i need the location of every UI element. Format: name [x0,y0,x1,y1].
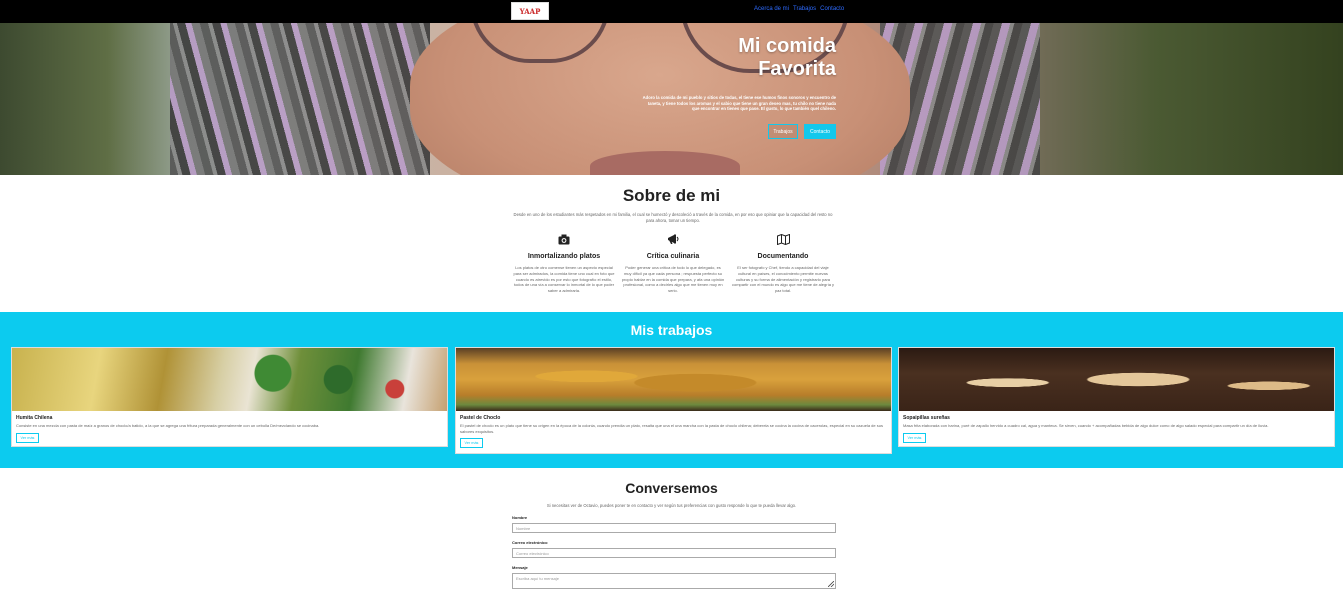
contact-title: Conversemos [625,480,718,496]
work-card-image [899,348,1334,411]
work-card-image [12,348,447,411]
about-description: Desde en uno de los estudiantes más resp… [513,212,833,223]
email-label: Correo electrónico [512,540,548,545]
works-title: Mis trabajos [630,322,713,338]
work-card-text: El pastel de choclo es un plato que tien… [460,423,883,434]
feature-text: El ser fotografo y Chef, tiendo a capaci… [731,265,835,294]
hero-photo-mouth [590,151,740,175]
hero-title-line-2: Favorita [758,58,836,80]
feature-text: Los platos de otro comense tienen un asp… [513,265,615,294]
work-card-title: Sopaipillas sureñas [903,415,950,421]
message-label: Mensaje [512,565,528,570]
feature-photography: Inmortalizando platos Los platos de otro… [512,232,616,294]
works-section: Mis trabajos Humita Chilena Consiste en … [0,312,1343,468]
nav-link-contact[interactable]: Contacto [820,6,844,12]
feature-title: Inmortalizando platos [527,253,601,260]
resize-handle-icon[interactable] [828,581,834,587]
megaphone-icon [621,232,725,246]
work-card-button[interactable]: Ver más [903,433,926,443]
feature-critique: Crítica culinaria Poder generar una crít… [621,232,725,294]
hero-photo-hair-left [170,23,430,175]
hero-title-line-1: Mi comida [738,35,836,57]
work-card-button[interactable]: Ver más [460,438,483,448]
work-card-button[interactable]: Ver más [16,433,39,443]
hero-title: Mi comida Favorita [690,35,836,81]
nav-links: Acerca de mi Trabajos Contacto [754,6,844,12]
work-card-humita: Humita Chilena Consiste en una mezcla co… [11,347,448,447]
camera-icon [512,232,616,246]
feature-title: Documentando [757,253,809,260]
feature-text: Poder generar una crítica de todo lo que… [621,265,725,294]
hero-works-button[interactable]: Trabajos [768,124,798,139]
work-card-text: Consiste en una mezcla con pasta de maíz… [16,423,320,428]
hero-description: Adoro la comida de mi pueblo y sitios de… [642,95,836,112]
top-navbar: YAAP Acerca de mi Trabajos Contacto [0,0,1343,23]
work-card-title: Pastel de Choclo [460,415,501,421]
email-field[interactable]: Correo electrónico [512,548,836,558]
work-card-title: Humita Chilena [16,415,53,421]
name-label: Nombre [512,515,528,520]
message-placeholder: Escriba aquí tu mensaje [516,576,559,581]
message-field[interactable]: Escriba aquí tu mensaje [512,573,836,589]
hero-contact-button[interactable]: Contacto [804,124,836,139]
work-card-text: Masa frita elaborada con harina, puré de… [903,423,1269,428]
nav-link-about[interactable]: Acerca de mi [754,6,789,12]
work-card-image [456,348,891,411]
work-card-pastel: Pastel de Choclo El pastel de choclo es … [455,347,892,454]
name-field[interactable]: Nombre [512,523,836,533]
logo-text: YAAP [519,6,541,16]
hero-banner: Mi comida Favorita Adoro la comida de mi… [0,23,1343,175]
contact-description: Si necesitas ver de Octavio, puedes pone… [546,503,797,508]
site-logo[interactable]: YAAP [511,2,549,20]
work-card-sopaipillas: Sopaipillas sureñas Masa frita elaborada… [898,347,1335,447]
feature-documenting: Documentando El ser fotografo y Chef, ti… [731,232,835,294]
feature-title: Crítica culinaria [646,253,700,260]
map-icon [731,232,835,246]
about-title: Sobre de mi [622,186,721,205]
nav-link-works[interactable]: Trabajos [793,6,816,12]
